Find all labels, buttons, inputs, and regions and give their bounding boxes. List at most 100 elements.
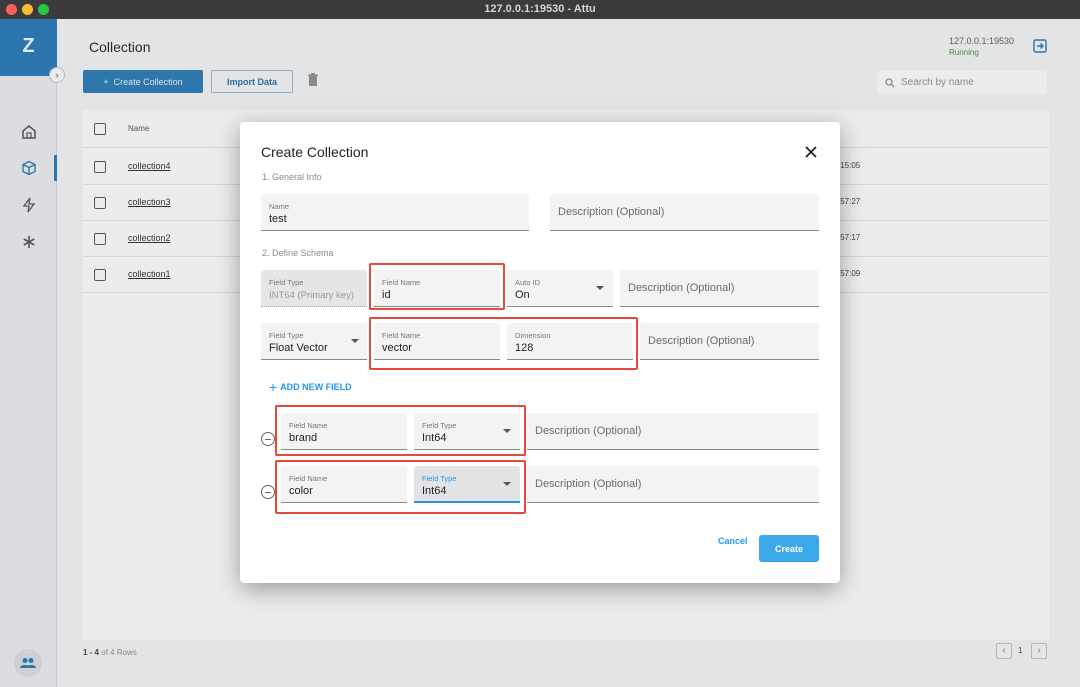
chevron-down-icon bbox=[351, 339, 359, 343]
pagination-range: 1 - 4 bbox=[83, 648, 100, 657]
select-all-checkbox[interactable] bbox=[94, 123, 106, 135]
vector-field-type-select[interactable]: Field Type Float Vector bbox=[261, 323, 367, 360]
collection-description-field[interactable]: Description (Optional) bbox=[550, 194, 819, 231]
field-label: Name bbox=[269, 202, 290, 211]
create-collection-button[interactable]: + Create Collection bbox=[83, 70, 203, 93]
plus-icon: + bbox=[103, 76, 109, 87]
trash-icon[interactable] bbox=[307, 73, 319, 92]
collection-link[interactable]: collection4 bbox=[128, 161, 171, 171]
field-value: Float Vector bbox=[269, 342, 328, 354]
user-group-icon[interactable] bbox=[14, 649, 42, 677]
pagination-summary: 1 - 4 of 4 Rows bbox=[83, 648, 137, 657]
window-titlebar: 127.0.0.1:19530 - Attu bbox=[0, 0, 1080, 19]
chevron-down-icon bbox=[503, 429, 511, 433]
field-placeholder: Description (Optional) bbox=[558, 206, 665, 218]
search-input[interactable]: Search by name bbox=[877, 71, 1047, 94]
collection-link[interactable]: collection3 bbox=[128, 197, 171, 207]
field-label: Dimension bbox=[515, 331, 551, 340]
field-label: Field Type bbox=[422, 474, 457, 483]
field-label: Field Name bbox=[382, 331, 421, 340]
brand-field-description[interactable]: Description (Optional) bbox=[527, 413, 819, 450]
primary-field-description[interactable]: Description (Optional) bbox=[620, 270, 819, 307]
field-label: Field Name bbox=[289, 421, 328, 430]
add-new-field-label: ADD NEW FIELD bbox=[280, 382, 352, 392]
pagination-total: of 4 Rows bbox=[101, 648, 137, 657]
vector-field-name[interactable]: Field Name vector bbox=[374, 323, 500, 360]
field-value: vector bbox=[382, 342, 412, 354]
chevron-down-icon bbox=[503, 481, 511, 486]
field-label: Field Type bbox=[269, 278, 304, 287]
color-field-name[interactable]: Field Name color bbox=[281, 466, 407, 503]
create-button[interactable]: Create bbox=[759, 535, 819, 562]
server-status: Running bbox=[949, 48, 979, 57]
plus-icon: + bbox=[269, 379, 278, 395]
collection-name-field[interactable]: Name test bbox=[261, 194, 529, 231]
create-collection-dialog: Create Collection 1. General Info Name t… bbox=[240, 122, 840, 583]
import-data-button[interactable]: Import Data bbox=[211, 70, 293, 93]
field-value: id bbox=[382, 289, 391, 301]
row-timestamp: :57:27 bbox=[838, 197, 861, 206]
create-collection-label: Create Collection bbox=[113, 76, 183, 87]
zoom-window-button[interactable] bbox=[38, 4, 49, 15]
remove-field-icon[interactable] bbox=[261, 432, 275, 446]
field-label: Auto ID bbox=[515, 278, 541, 287]
vector-field-description[interactable]: Description (Optional) bbox=[640, 323, 819, 360]
server-address: 127.0.0.1:19530 bbox=[949, 36, 1015, 46]
dialog-title: Create Collection bbox=[261, 144, 369, 160]
remove-field-icon[interactable] bbox=[261, 485, 275, 499]
row-timestamp: :15:05 bbox=[838, 161, 861, 170]
current-page: 1 bbox=[1018, 646, 1023, 655]
general-info-heading: 1. General Info bbox=[262, 172, 322, 182]
row-checkbox[interactable] bbox=[94, 161, 106, 173]
field-label: Field Type bbox=[422, 421, 457, 430]
field-value: Int64 bbox=[422, 432, 447, 444]
field-label: Field Name bbox=[289, 474, 328, 483]
cancel-button[interactable]: Cancel bbox=[718, 536, 748, 546]
add-new-field-button[interactable]: + ADD NEW FIELD bbox=[269, 379, 352, 395]
row-checkbox[interactable] bbox=[94, 269, 106, 281]
logout-icon[interactable] bbox=[1033, 39, 1047, 58]
sidebar-collapse-button[interactable]: › bbox=[49, 67, 65, 83]
close-window-button[interactable] bbox=[6, 4, 17, 15]
field-value: test bbox=[269, 213, 287, 225]
home-icon[interactable] bbox=[18, 121, 40, 143]
field-placeholder: Description (Optional) bbox=[648, 335, 755, 347]
field-placeholder: Description (Optional) bbox=[628, 282, 735, 294]
cube-icon[interactable] bbox=[18, 157, 40, 179]
sidebar: Z › bbox=[0, 19, 65, 687]
previous-page-button[interactable]: ‹ bbox=[996, 643, 1012, 659]
attu-logo: Z bbox=[0, 19, 57, 76]
field-value: color bbox=[289, 485, 313, 497]
close-icon[interactable] bbox=[804, 145, 818, 159]
field-value: On bbox=[515, 289, 530, 301]
minimize-window-button[interactable] bbox=[22, 4, 33, 15]
active-nav-indicator bbox=[54, 155, 57, 181]
next-page-button[interactable]: › bbox=[1031, 643, 1047, 659]
window-title: 127.0.0.1:19530 - Attu bbox=[484, 3, 596, 15]
asterisk-icon[interactable] bbox=[18, 231, 40, 253]
collection-link[interactable]: collection1 bbox=[128, 269, 171, 279]
field-value: Int64 bbox=[422, 485, 447, 497]
field-label: Field Type bbox=[269, 331, 304, 340]
page-title: Collection bbox=[89, 39, 151, 55]
brand-field-name[interactable]: Field Name brand bbox=[281, 413, 407, 450]
field-value: INT64 (Primary key) bbox=[269, 290, 354, 301]
primary-field-name[interactable]: Field Name id bbox=[374, 270, 500, 307]
field-placeholder: Description (Optional) bbox=[535, 478, 642, 490]
primary-field-type: Field Type INT64 (Primary key) bbox=[261, 270, 367, 307]
row-checkbox[interactable] bbox=[94, 197, 106, 209]
field-value: brand bbox=[289, 432, 318, 444]
chevron-down-icon bbox=[596, 286, 604, 290]
row-timestamp: :57:09 bbox=[838, 269, 861, 278]
collection-link[interactable]: collection2 bbox=[128, 233, 171, 243]
lightning-icon[interactable] bbox=[18, 194, 40, 216]
search-icon bbox=[885, 77, 895, 87]
color-field-description[interactable]: Description (Optional) bbox=[527, 466, 819, 503]
color-field-type-select[interactable]: Field Type Int64 bbox=[414, 466, 520, 503]
field-placeholder: Description (Optional) bbox=[535, 425, 642, 437]
vector-dimension-field[interactable]: Dimension 128 bbox=[507, 323, 633, 360]
auto-id-select[interactable]: Auto ID On bbox=[507, 270, 613, 307]
row-checkbox[interactable] bbox=[94, 233, 106, 245]
define-schema-heading: 2. Define Schema bbox=[262, 248, 334, 258]
brand-field-type-select[interactable]: Field Type Int64 bbox=[414, 413, 520, 450]
